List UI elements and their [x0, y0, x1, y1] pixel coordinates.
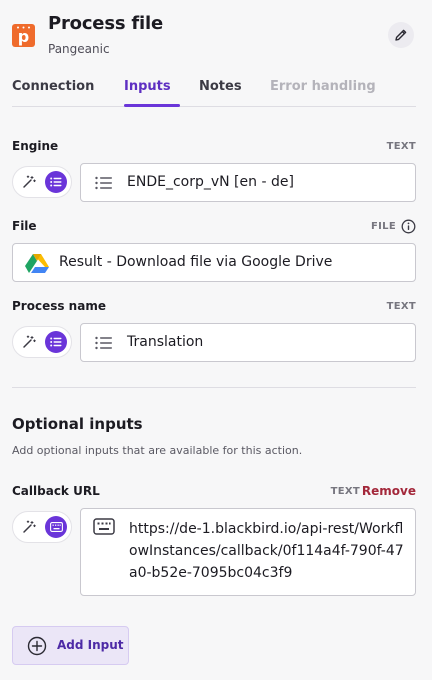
file-type-badge: FILE — [371, 221, 396, 232]
keyboard-icon — [49, 522, 63, 532]
keyboard-mode-button[interactable] — [45, 516, 67, 538]
list-mode-button[interactable] — [45, 331, 67, 353]
process-name-value: Translation — [127, 334, 204, 350]
remove-callback-url-link[interactable]: Remove — [362, 484, 416, 498]
file-input[interactable]: Result - Download file via Google Drive — [12, 243, 416, 282]
tab-error-handling[interactable]: Error handling — [270, 79, 376, 94]
plus-circle-icon — [27, 636, 47, 656]
active-tab-indicator — [124, 104, 180, 107]
keyboard-icon — [93, 518, 115, 535]
file-value: Result - Download file via Google Drive — [59, 254, 333, 270]
optional-inputs-description: Add optional inputs that are available f… — [12, 444, 303, 457]
action-header: p Process file Pangeanic — [12, 12, 420, 62]
add-input-button[interactable]: Add Input — [12, 626, 129, 665]
pangeanic-logo: p — [12, 24, 35, 47]
process-name-select[interactable]: Translation — [80, 323, 416, 362]
callback-url-type-badge: TEXT — [330, 486, 360, 497]
callback-url-label: Callback URL — [12, 484, 100, 498]
page-title: Process file — [48, 13, 163, 34]
engine-type-badge: TEXT — [386, 141, 416, 152]
process-name-label: Process name — [12, 299, 106, 313]
callback-url-value: https://de-1.blackbird.io/api-rest/Workf… — [129, 521, 404, 581]
callback-url-mode-toggle[interactable] — [12, 511, 72, 543]
callback-url-input[interactable]: https://de-1.blackbird.io/api-rest/Workf… — [80, 508, 416, 596]
process-name-mode-toggle[interactable] — [12, 326, 72, 358]
pencil-icon — [395, 29, 407, 41]
process-name-type-badge: TEXT — [386, 301, 416, 312]
engine-mode-toggle[interactable] — [12, 166, 72, 198]
optional-inputs-title: Optional inputs — [12, 415, 143, 433]
tab-notes[interactable]: Notes — [199, 79, 242, 94]
engine-label: Engine — [12, 139, 59, 153]
list-icon — [50, 177, 62, 187]
engine-select[interactable]: ENDE_corp_vN [en - de] — [80, 163, 416, 202]
logo-letter: p — [17, 27, 30, 46]
tab-inputs[interactable]: Inputs — [124, 79, 171, 94]
list-icon — [95, 336, 112, 350]
list-icon — [50, 337, 62, 347]
add-input-label: Add Input — [57, 638, 124, 652]
info-icon[interactable] — [401, 219, 416, 234]
engine-value: ENDE_corp_vN [en - de] — [127, 174, 294, 190]
tab-bar: Connection Inputs Notes Error handling — [12, 76, 416, 107]
list-icon — [95, 176, 112, 190]
edit-button[interactable] — [388, 22, 414, 48]
tab-connection[interactable]: Connection — [12, 79, 94, 94]
section-divider — [12, 387, 416, 388]
magic-wand-icon[interactable] — [22, 335, 36, 349]
list-mode-button[interactable] — [45, 171, 67, 193]
magic-wand-icon[interactable] — [22, 175, 36, 189]
app-subtitle: Pangeanic — [48, 42, 110, 56]
file-label: File — [12, 219, 37, 233]
magic-wand-icon[interactable] — [22, 520, 36, 534]
google-drive-icon — [25, 254, 49, 273]
